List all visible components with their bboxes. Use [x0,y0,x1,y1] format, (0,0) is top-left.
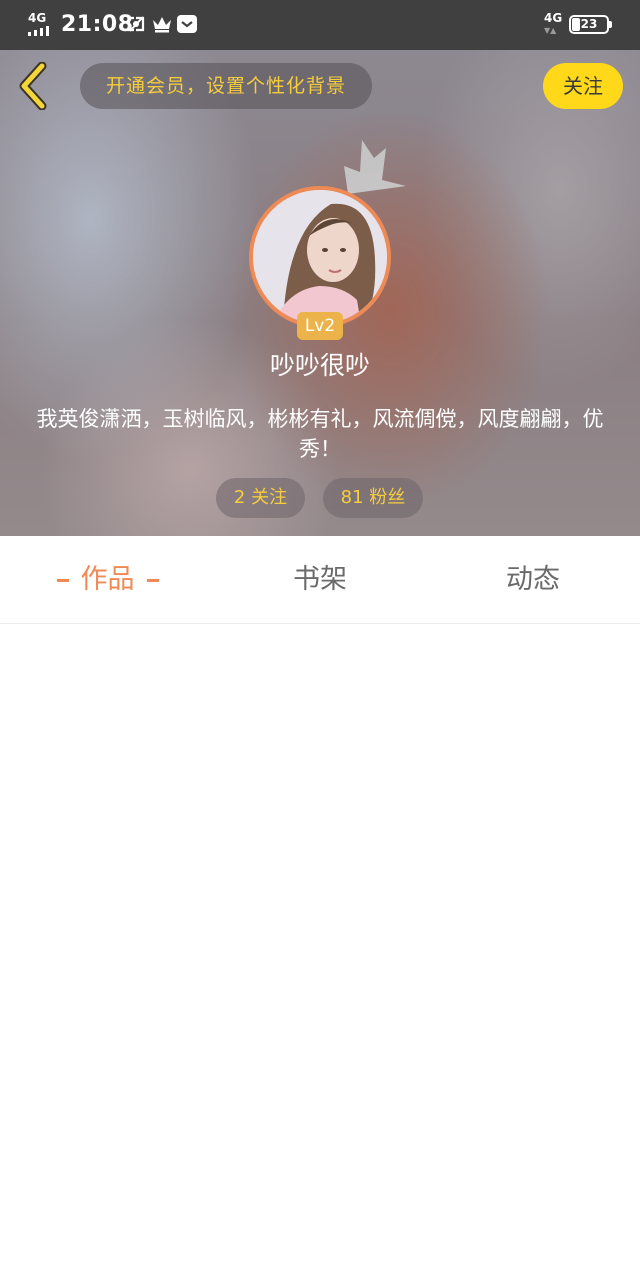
crown-icon [151,14,173,34]
tab-label: 动态 [506,564,560,595]
follow-button[interactable]: 关注 [543,63,623,109]
status-time: 21:08 [61,12,134,37]
profile-header: 开通会员，设置个性化背景 关注 Lv2 吵吵很吵 我英俊潇洒，玉树临风，彬彬有礼… [0,50,640,536]
mail-icon [177,14,197,34]
tab-activity[interactable]: 动态 [445,536,621,624]
status-bar: 4G 21:08 4G ▼▲ 23 [0,0,640,50]
user-bio: 我英俊潇洒，玉树临风，彬彬有礼，风流倜傥，风度翩翩，优秀！ [36,407,604,461]
tab-label: 书架 [293,564,347,595]
signal-icon: 4G [28,12,54,36]
crown-badge-icon [338,136,408,198]
username: 吵吵很吵 [269,351,370,380]
tab-indicator-left [56,579,69,582]
tab-works[interactable]: 作品 [20,536,195,624]
battery-icon: 23 [569,15,612,34]
level-badge: Lv2 [297,312,343,340]
network-type-right: 4G [544,11,563,25]
chevron-left-icon [19,61,47,111]
battery-level: 23 [580,17,598,31]
screenshot-icon [126,14,146,34]
back-button[interactable] [16,61,50,111]
tab-indicator-right [146,579,159,582]
vip-background-prompt[interactable]: 开通会员，设置个性化背景 [80,63,372,109]
content-area [0,625,640,1276]
profile-tabs: 作品 书架 动态 [0,536,640,624]
fans-count[interactable]: 81 粉丝 [323,478,423,518]
network-type-left: 4G [28,11,47,25]
avatar[interactable] [249,186,391,328]
tab-bookshelf[interactable]: 书架 [232,536,408,624]
tab-label: 作品 [80,564,135,595]
signal-icon-right: 4G ▼▲ [544,11,563,35]
following-count[interactable]: 2 关注 [216,478,305,518]
